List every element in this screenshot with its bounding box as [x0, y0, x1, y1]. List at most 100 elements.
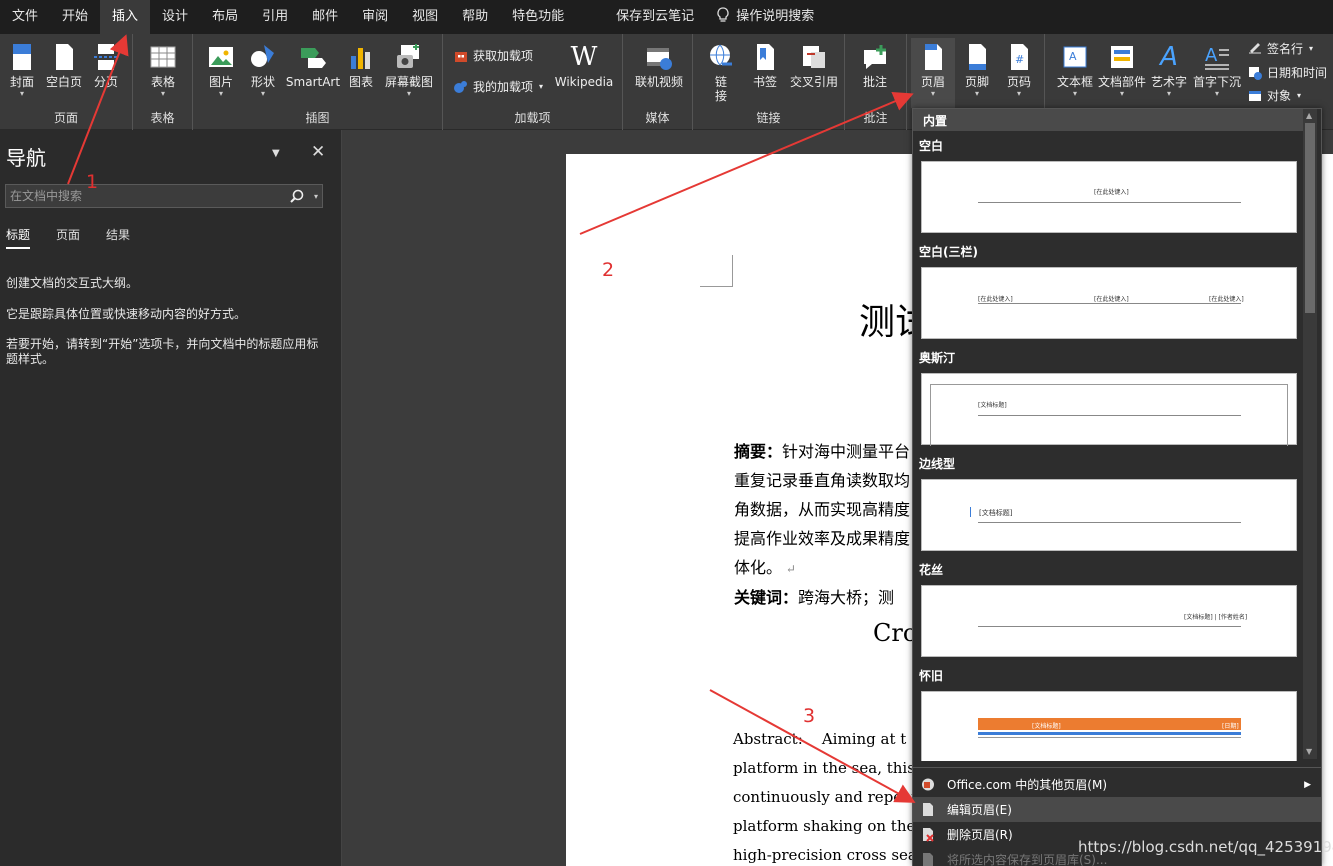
shapes-icon: [251, 45, 274, 67]
chart-button[interactable]: 图表: [339, 38, 383, 104]
tell-me-label: 操作说明搜索: [736, 9, 815, 24]
object-icon: [1249, 90, 1261, 101]
table-button[interactable]: 表格 ▾: [141, 38, 185, 104]
textbox-icon: A: [1063, 46, 1087, 68]
tab-help[interactable]: 帮助: [450, 0, 500, 34]
object-button[interactable]: 对象 ▾: [1247, 87, 1301, 104]
scrollbar-thumb[interactable]: [1305, 123, 1315, 313]
group-addins: 获取加载项 我的加载项 ▾ W Wikipedia 加载项: [443, 34, 623, 130]
tab-view[interactable]: 视图: [400, 0, 450, 34]
footer-button[interactable]: 页脚 ▾: [955, 38, 999, 104]
bookmark-button[interactable]: 书签: [743, 38, 787, 104]
shapes-button[interactable]: 形状 ▾: [241, 38, 285, 104]
pane-options-icon[interactable]: ▼: [272, 148, 280, 159]
search-options-icon[interactable]: ▾: [314, 190, 318, 204]
textbox-button[interactable]: A 文本框 ▾: [1053, 38, 1097, 104]
cover-page-button[interactable]: 封面 ▾: [0, 38, 44, 104]
tab-review[interactable]: 审阅: [350, 0, 400, 34]
header-style-filigree[interactable]: [文档标题] | [作者姓名]: [921, 585, 1297, 657]
section-austin: 奥斯汀: [919, 351, 956, 365]
footer-icon: [969, 44, 986, 70]
tab-references[interactable]: 引用: [250, 0, 300, 34]
my-addins-button[interactable]: 我的加载项 ▾: [453, 78, 543, 95]
dropcap-icon: A: [1205, 45, 1229, 70]
save-to-cloud-note[interactable]: 保存到云笔记: [604, 0, 706, 34]
save-selection-icon: [923, 853, 933, 866]
tell-me-search[interactable]: 操作说明搜索: [706, 0, 826, 34]
comment-icon: [864, 45, 886, 69]
wordart-button[interactable]: A 艺术字 ▾: [1147, 38, 1191, 104]
tab-design[interactable]: 设计: [150, 0, 200, 34]
annotation-number-3: 3: [803, 705, 816, 727]
screenshot-button[interactable]: 屏幕截图 ▾: [383, 38, 435, 104]
section-blank-three-column: 空白(三栏): [919, 245, 978, 259]
more-headers-menu-item[interactable]: Office.com 中的其他页眉(M) ▶: [913, 772, 1321, 797]
tab-pages[interactable]: 页面: [56, 226, 80, 249]
header-style-retro[interactable]: [文档标题] [日期]: [921, 691, 1297, 761]
tab-special[interactable]: 特色功能: [500, 0, 576, 34]
cross-reference-button[interactable]: 交叉引用: [787, 38, 841, 104]
section-retro: 怀旧: [919, 669, 944, 683]
get-addins-button[interactable]: 获取加载项: [453, 47, 533, 64]
header-button[interactable]: 页眉 ▾: [911, 38, 955, 108]
tab-insert[interactable]: 插入: [100, 0, 151, 34]
tab-results[interactable]: 结果: [106, 226, 130, 249]
page-number-button[interactable]: # 页码 ▾: [997, 38, 1041, 104]
english-abstract-line-3: continuously and repeat: [733, 788, 918, 806]
office-globe-icon: [922, 778, 934, 791]
header-style-sideline[interactable]: [文档标题]: [921, 479, 1297, 551]
gallery-header-builtin: 内置: [913, 109, 1305, 131]
english-abstract-line-4: platform shaking on the ve: [733, 817, 938, 835]
page-break-button[interactable]: 分页: [84, 38, 128, 104]
tab-headings[interactable]: 标题: [6, 226, 31, 249]
picture-button[interactable]: 图片 ▾: [199, 38, 243, 104]
screenshot-icon: [397, 44, 419, 68]
tab-layout[interactable]: 布局: [200, 0, 250, 34]
search-input[interactable]: 在文档中搜索 ▾: [5, 184, 323, 208]
group-label-media: 媒体: [645, 111, 670, 125]
watermark-url: https://blog.csdn.net/qq_42539194: [1078, 838, 1333, 856]
header-style-blank-three-column[interactable]: [在此处键入] [在此处键入] [在此处键入]: [921, 267, 1297, 339]
header-style-austin[interactable]: [文档标题]: [921, 373, 1297, 446]
online-video-icon: [647, 48, 672, 70]
english-abstract-line-1: Abstract: Aiming at t: [733, 730, 907, 748]
group-tables: 表格 ▾ 表格: [133, 34, 193, 130]
tab-home[interactable]: 开始: [50, 0, 100, 34]
online-video-button[interactable]: 联机视频: [633, 38, 685, 104]
date-time-button[interactable]: 日期和时间: [1247, 64, 1327, 81]
scroll-up-icon[interactable]: ▲: [1306, 111, 1312, 120]
group-illustrations: 图片 ▾ 形状 ▾ SmartArt 图表 屏幕截图 ▾ 插图: [193, 34, 443, 130]
wikipedia-icon: W: [570, 42, 598, 72]
link-button[interactable]: 链接: [699, 38, 743, 104]
menu-bar: 文件 开始 插入 设计 布局 引用 邮件 审阅 视图 帮助 特色功能 保存到云笔…: [0, 0, 1333, 34]
edit-header-menu-item[interactable]: 编辑页眉(E): [913, 797, 1321, 822]
tab-file[interactable]: 文件: [0, 0, 50, 34]
annotation-number-2: 2: [602, 259, 615, 281]
quick-parts-button[interactable]: 文档部件 ▾: [1097, 38, 1147, 104]
table-icon: [150, 46, 176, 68]
comment-button[interactable]: 批注: [853, 38, 897, 104]
blank-page-icon: [56, 44, 73, 70]
section-sideline: 边线型: [919, 457, 956, 471]
remove-header-icon: [923, 828, 934, 842]
dropcap-button[interactable]: A 首字下沉 ▾: [1191, 38, 1243, 104]
header-style-blank[interactable]: [在此处键入]: [921, 161, 1297, 233]
gallery-scrollbar[interactable]: ▲ ▼: [1303, 109, 1317, 759]
group-media: 联机视频 媒体: [623, 34, 693, 130]
wikipedia-button[interactable]: W Wikipedia: [553, 38, 615, 104]
svg-text:#: #: [1015, 53, 1024, 66]
blank-page-button[interactable]: 空白页: [42, 38, 86, 104]
signature-line-button[interactable]: 签名行 ▾: [1247, 40, 1313, 57]
group-links: 链接 书签 交叉引用 链接: [693, 34, 845, 130]
group-label-tables: 表格: [150, 111, 175, 125]
search-icon[interactable]: [290, 189, 304, 203]
keywords-line: 关键词：跨海大桥；测: [734, 588, 895, 607]
group-label-addins: 加载项: [514, 111, 551, 125]
signature-line-icon: [1249, 42, 1261, 53]
smartart-button[interactable]: SmartArt: [286, 38, 340, 104]
scroll-down-icon[interactable]: ▼: [1306, 747, 1312, 756]
header-gallery-dropdown: 内置 空白 [在此处键入] 空白(三栏) [在此处键入] [在此处键入] [在此…: [912, 108, 1322, 866]
tab-mailings[interactable]: 邮件: [300, 0, 350, 34]
close-icon[interactable]: ✕: [311, 142, 325, 162]
abstract-line-1: 摘要：针对海中测量平台: [734, 442, 911, 461]
